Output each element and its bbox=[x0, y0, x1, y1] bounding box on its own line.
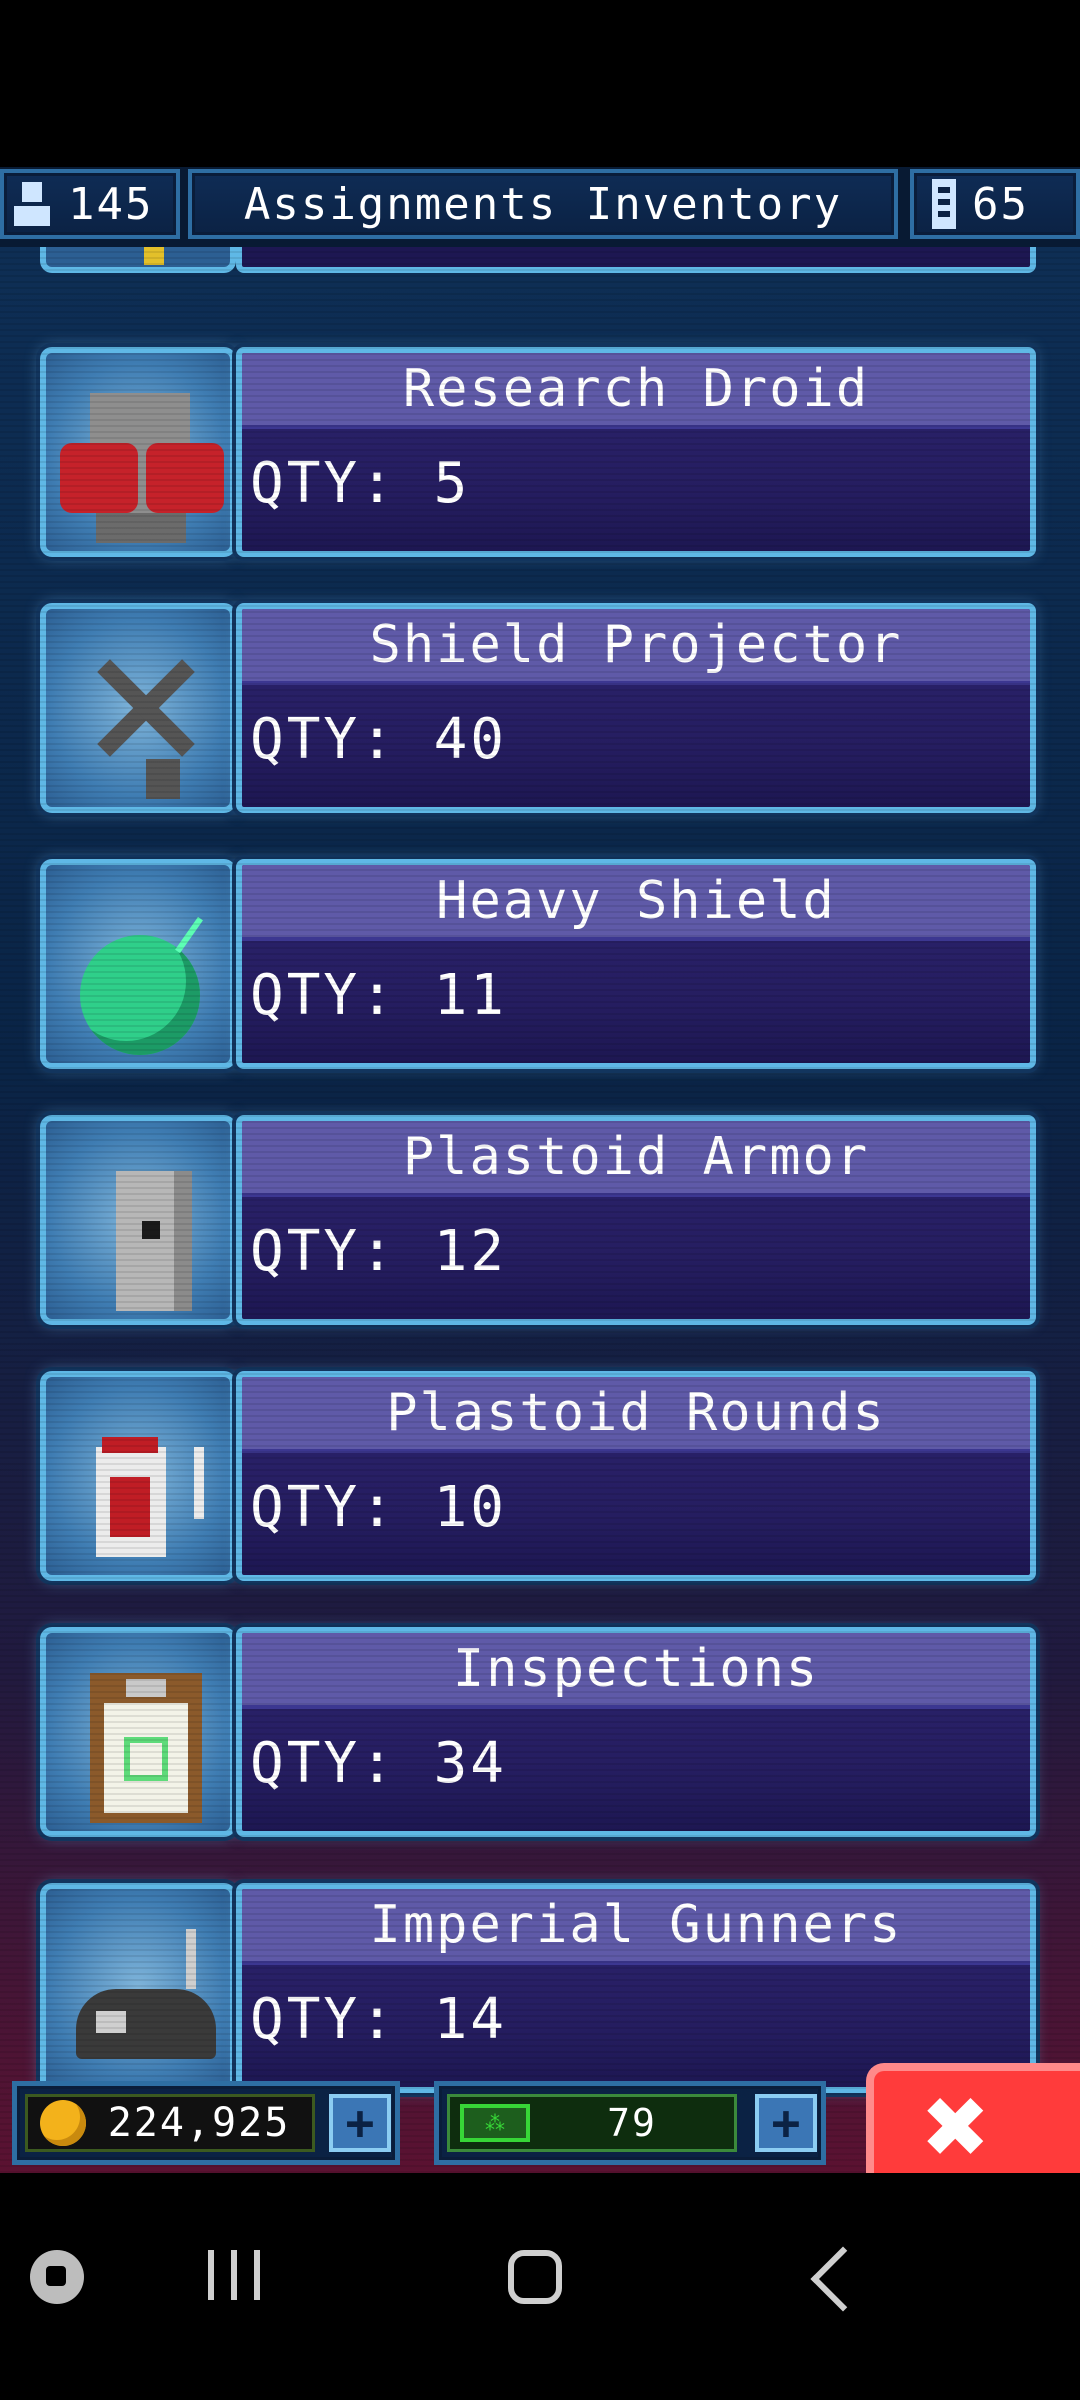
crew-count: 145 bbox=[68, 178, 154, 230]
buy-energy-button[interactable]: + bbox=[755, 2094, 817, 2152]
energy-field: ⁂ 79 bbox=[447, 2094, 737, 2152]
item-panel: Inspections QTY: 34 bbox=[236, 1627, 1036, 1837]
home-button[interactable] bbox=[508, 2250, 562, 2304]
credits-field: 224,925 bbox=[25, 2094, 315, 2152]
heavy-shield-icon bbox=[40, 859, 236, 1069]
item-name: Inspections bbox=[242, 1633, 1030, 1709]
close-icon: ✖ bbox=[923, 2062, 991, 2173]
back-button[interactable] bbox=[810, 2246, 876, 2312]
item-name: Imperial Gunners bbox=[242, 1889, 1030, 1965]
item-qty: QTY: 34 bbox=[250, 1731, 508, 1796]
close-button[interactable]: ✖ bbox=[866, 2063, 1080, 2173]
inventory-item[interactable]: Research Droid QTY: 5 bbox=[40, 347, 1040, 565]
item-qty: QTY: 11 bbox=[250, 963, 508, 1028]
item-panel: Shield Projector QTY: 40 bbox=[236, 603, 1036, 813]
item-qty: QTY: 40 bbox=[250, 707, 508, 772]
energy-icon: ⁂ bbox=[460, 2104, 530, 2142]
inventory-item[interactable]: Heavy Shield QTY: 11 bbox=[40, 859, 1040, 1077]
shield-projector-icon bbox=[40, 603, 236, 813]
plastoid-armor-icon bbox=[40, 1115, 236, 1325]
item-name: Plastoid Rounds bbox=[242, 1377, 1030, 1453]
item-qty: QTY: 10 bbox=[250, 1475, 508, 1540]
system-navigation-bar bbox=[0, 2220, 1080, 2340]
crew-counter[interactable]: 145 bbox=[0, 169, 180, 239]
recent-apps-button[interactable] bbox=[208, 2250, 260, 2300]
item-panel: Imperial Gunners QTY: 14 bbox=[236, 1883, 1036, 2093]
plastoid-rounds-icon bbox=[40, 1371, 236, 1581]
device-icon bbox=[932, 179, 956, 229]
item-panel: Research Droid QTY: 5 bbox=[236, 347, 1036, 557]
item-name: Research Droid bbox=[242, 353, 1030, 429]
inventory-item[interactable]: Plastoid Rounds QTY: 10 bbox=[40, 1371, 1040, 1589]
item-qty: QTY: 5 bbox=[250, 451, 471, 516]
energy-panel: ⁂ 79 + bbox=[434, 2081, 826, 2165]
device-counter[interactable]: 65 bbox=[910, 169, 1080, 239]
item-panel: Plastoid Rounds QTY: 10 bbox=[236, 1371, 1036, 1581]
item-name: Plastoid Armor bbox=[242, 1121, 1030, 1197]
inspections-icon bbox=[40, 1627, 236, 1837]
item-panel: Plastoid Armor QTY: 12 bbox=[236, 1115, 1036, 1325]
energy-value: 79 bbox=[607, 2101, 657, 2145]
credits-panel: 224,925 + bbox=[12, 2081, 400, 2165]
inventory-item[interactable]: Plastoid Armor QTY: 12 bbox=[40, 1115, 1040, 1333]
coin-icon bbox=[40, 2100, 86, 2146]
top-bar: 145 Assignments Inventory 65 bbox=[0, 167, 1080, 247]
screen-title-bar: Assignments Inventory bbox=[188, 169, 898, 239]
research-droid-icon bbox=[40, 347, 236, 557]
item-name: Shield Projector bbox=[242, 609, 1030, 685]
inventory-item[interactable]: Inspections QTY: 34 bbox=[40, 1627, 1040, 1845]
crew-icon bbox=[12, 180, 52, 228]
item-panel: Heavy Shield QTY: 11 bbox=[236, 859, 1036, 1069]
bottom-bar: 224,925 + ⁂ 79 + ✖ bbox=[0, 2063, 1080, 2173]
credits-value: 224,925 bbox=[107, 2100, 291, 2146]
inventory-item[interactable]: Shield Projector QTY: 40 bbox=[40, 603, 1040, 821]
inventory-screen: 145 Assignments Inventory 65 Research Dr… bbox=[0, 167, 1080, 2173]
imperial-gunners-icon bbox=[40, 1883, 236, 2093]
device-count: 65 bbox=[972, 178, 1029, 230]
game-launcher-icon[interactable] bbox=[30, 2250, 84, 2304]
item-qty: QTY: 12 bbox=[250, 1219, 508, 1284]
item-qty: QTY: 14 bbox=[250, 1987, 508, 2052]
buy-credits-button[interactable]: + bbox=[329, 2094, 391, 2152]
screen-title: Assignments Inventory bbox=[243, 178, 843, 230]
item-name: Heavy Shield bbox=[242, 865, 1030, 941]
